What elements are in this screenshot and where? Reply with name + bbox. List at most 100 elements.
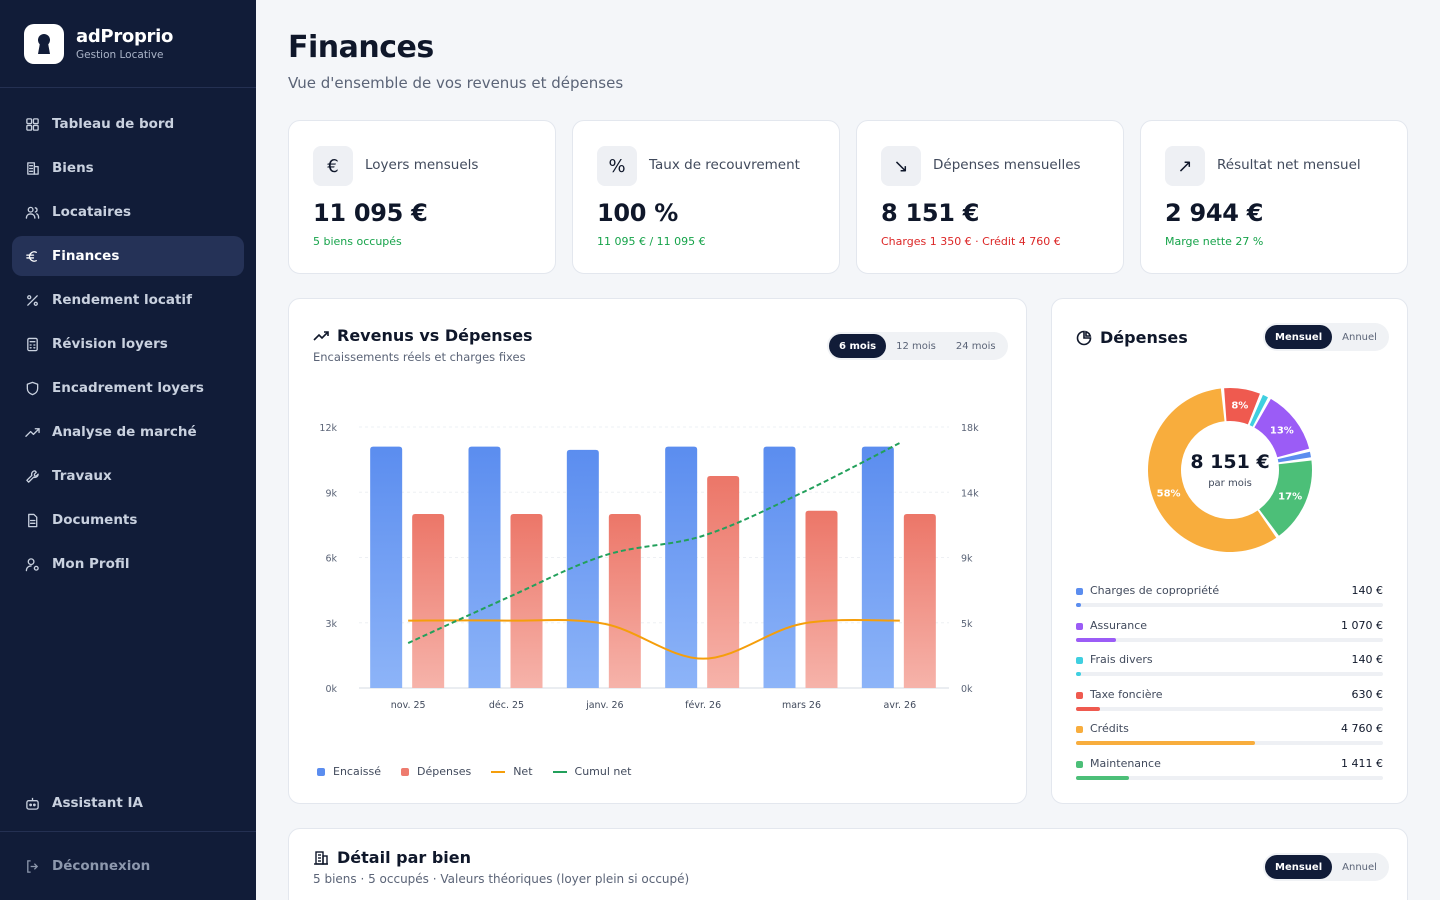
- expense-row[interactable]: Assurance 1 070 €: [1076, 619, 1383, 653]
- x-tick-label: févr. 26: [685, 700, 721, 711]
- sidebar-item-label: Tableau de bord: [52, 116, 175, 132]
- bar-encaisse: [370, 446, 403, 688]
- kpi-value: 100 %: [597, 199, 679, 227]
- kpi-card: ↗ Résultat net mensuel 2 944 € Marge nette …: [1140, 120, 1408, 274]
- sidebar-item-documents[interactable]: Documents: [12, 500, 244, 540]
- sidebar-item-label: Rendement locatif: [52, 292, 192, 308]
- period-12-mois[interactable]: 12 mois: [886, 334, 946, 358]
- legend-item[interactable]: Dépenses: [401, 765, 471, 778]
- x-tick-label: déc. 25: [489, 700, 524, 711]
- detail-subtitle: 5 biens · 5 occupés · Valeurs théoriques…: [313, 872, 690, 886]
- period-24-mois[interactable]: 24 mois: [946, 334, 1006, 358]
- x-tick-label: janv. 26: [585, 700, 624, 711]
- sidebar-item-label: Révision loyers: [52, 336, 168, 352]
- expense-bar-track: [1076, 637, 1383, 642]
- kpi-card: ↘ Dépenses mensuelles 8 151 € Charges 1 350…: [856, 120, 1124, 274]
- bar-depenses: [805, 510, 838, 688]
- kpi-label: Taux de recouvrement: [649, 157, 800, 173]
- sidebar-item-rendement-locatif[interactable]: Rendement locatif: [12, 280, 244, 320]
- kpi-value: 8 151 €: [881, 199, 980, 227]
- expenses-period-toggle: Mensuel Annuel: [1263, 323, 1389, 351]
- expenses-toggle-mensuel[interactable]: Mensuel: [1265, 325, 1333, 349]
- y-left-tick-label: 6k: [325, 554, 337, 565]
- dashboard-icon: [24, 116, 40, 132]
- expense-label: Charges de copropriété: [1090, 584, 1220, 597]
- expense-row[interactable]: Crédits 4 760 €: [1076, 722, 1383, 756]
- sidebar-item-analyse-de-marche[interactable]: Analyse de marché: [12, 412, 244, 452]
- sidebar-item-finances[interactable]: Finances: [12, 236, 244, 276]
- logout-icon: [24, 858, 40, 874]
- kpi-card: % Taux de recouvrement 100 % 11 095 € / 11 …: [572, 120, 840, 274]
- x-tick-label: avr. 26: [884, 700, 917, 711]
- donut-slice-label: 58%: [1157, 488, 1181, 499]
- donut-total: 8 151 €: [1190, 451, 1270, 473]
- sidebar-item-assistant-ia[interactable]: Assistant IA: [12, 783, 244, 823]
- trending-up-icon: [313, 331, 329, 341]
- wrench-icon: [24, 468, 40, 484]
- sidebar-item-label: Travaux: [52, 468, 112, 484]
- expense-label: Crédits: [1090, 722, 1129, 736]
- main-content: Finances Vue d'ensemble de vos revenus e…: [256, 0, 1440, 900]
- shield-icon: [24, 380, 40, 396]
- euro-icon: €: [313, 146, 353, 186]
- expense-color-swatch: [1076, 761, 1083, 768]
- expense-row[interactable]: Maintenance 1 411 €: [1076, 757, 1383, 791]
- sidebar-item-tableau-de-bord[interactable]: Tableau de bord: [12, 104, 244, 144]
- trending-up-icon: [24, 424, 40, 440]
- expense-row[interactable]: Frais divers 140 €: [1076, 653, 1383, 687]
- x-tick-label: nov. 25: [391, 700, 426, 711]
- y-left-tick-label: 0k: [325, 684, 337, 695]
- donut-total-label: par mois: [1208, 478, 1252, 489]
- sidebar-item-biens[interactable]: Biens: [12, 148, 244, 188]
- expense-bar-fill: [1076, 706, 1100, 711]
- expense-row[interactable]: Taxe foncière 630 €: [1076, 688, 1383, 722]
- bar-encaisse: [763, 446, 796, 688]
- y-left-tick-label: 9k: [325, 488, 337, 499]
- detail-period-toggle: Mensuel Annuel: [1263, 853, 1389, 881]
- expense-color-swatch: [1076, 588, 1083, 595]
- percent-icon: %: [597, 146, 637, 186]
- sidebar-item-mon-profil[interactable]: Mon Profil: [12, 544, 244, 584]
- page-subtitle: Vue d'ensemble de vos revenus et dépense…: [288, 74, 624, 92]
- expense-bar-fill: [1076, 776, 1130, 780]
- kpi-value: 2 944 €: [1165, 199, 1264, 227]
- trending-up-icon: ↗: [1165, 146, 1205, 186]
- revenue-chart: 0k 3k 6k 9k 12k 0k 5k 9k 14k 18k nov. 25 déc. 25 jan…: [319, 423, 979, 711]
- sidebar-item-label: Locataires: [52, 204, 132, 220]
- trending-down-icon: ↘: [881, 146, 921, 186]
- brand[interactable]: adProprio Gestion Locative: [0, 0, 256, 88]
- expense-bar-fill: [1076, 741, 1256, 746]
- keyhole-logo-icon: [24, 23, 64, 64]
- file-icon: [24, 512, 40, 528]
- sidebar-item-revision-loyers[interactable]: Révision loyers: [12, 324, 244, 364]
- sidebar-item-encadrement-loyers[interactable]: Encadrement loyers: [12, 368, 244, 408]
- kpi-detail: Charges 1 350 € · Crédit 4 760 €: [881, 235, 1061, 248]
- expense-color-swatch: [1076, 622, 1083, 630]
- brand-subtitle: Gestion Locative: [76, 49, 164, 61]
- calculator-icon: [24, 336, 40, 352]
- sidebar-item-travaux[interactable]: Travaux: [12, 456, 244, 496]
- legend-swatch: [401, 767, 409, 776]
- expense-row[interactable]: Charges de copropriété 140 €: [1076, 584, 1383, 618]
- detail-card: Détail par bien 5 biens · 5 occupés · Va…: [288, 828, 1408, 900]
- revenue-chart-card: Revenus vs Dépenses Encaissements réels …: [288, 298, 1027, 804]
- y-right-tick-label: 9k: [961, 554, 973, 565]
- legend-label: Dépenses: [417, 765, 472, 778]
- expenses-toggle-annuel[interactable]: Annuel: [1332, 325, 1387, 349]
- legend-item[interactable]: Net: [491, 765, 533, 778]
- expenses-donut: 17% 58% 8% 13% 8 151 € par mois: [1145, 385, 1315, 555]
- sidebar-item-locataires[interactable]: Locataires: [12, 192, 244, 232]
- expenses-card: Dépenses Mensuel Annuel 17% 58% 8% 13% 8 151…: [1051, 298, 1408, 804]
- legend-item[interactable]: Encaissé: [317, 765, 381, 778]
- y-left-tick-label: 3k: [325, 619, 337, 630]
- period-6-mois[interactable]: 6 mois: [829, 334, 887, 358]
- legend-item[interactable]: Cumul net: [552, 765, 631, 778]
- expense-bar-track: [1076, 672, 1383, 677]
- brand-name: adProprio: [76, 26, 174, 47]
- detail-toggle-mensuel[interactable]: Mensuel: [1265, 855, 1333, 879]
- logout-button[interactable]: Déconnexion: [12, 846, 244, 886]
- detail-toggle-annuel[interactable]: Annuel: [1332, 855, 1387, 879]
- expense-color-swatch: [1076, 691, 1083, 699]
- bot-icon: [24, 795, 40, 811]
- expense-color-swatch: [1076, 726, 1083, 734]
